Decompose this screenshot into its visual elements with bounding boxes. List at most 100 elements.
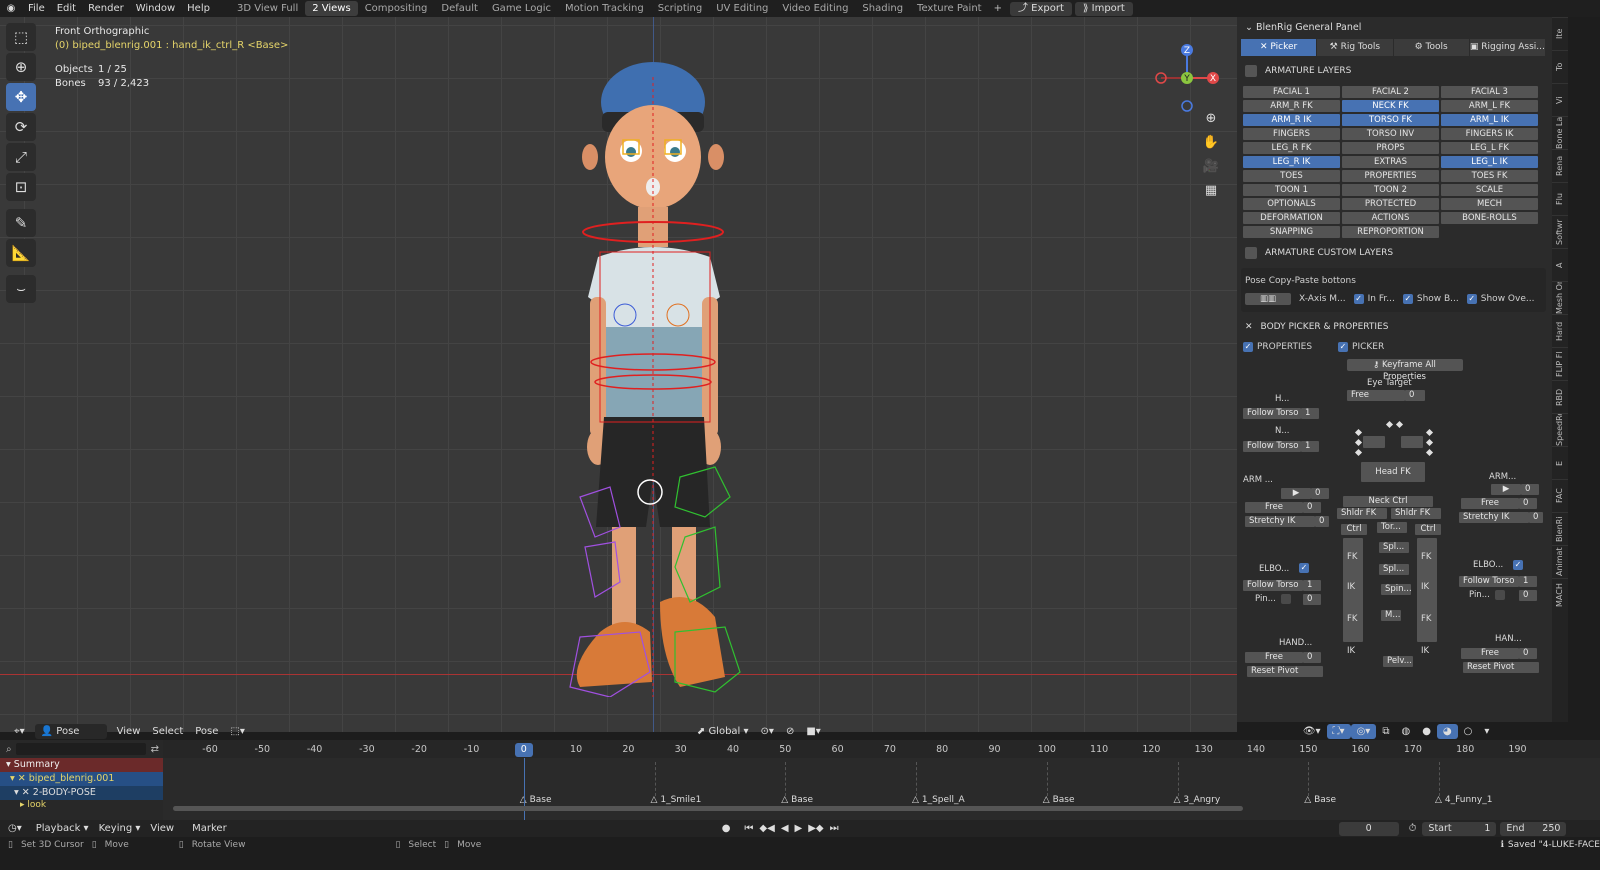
reset-pivot-l-button[interactable]: Reset Pivot — [1463, 662, 1539, 673]
elbow-l-follow-torso[interactable]: Follow Torso — [1459, 576, 1519, 587]
layer-toggle[interactable]: NECK FK — [1342, 100, 1439, 112]
scale-icon[interactable]: ⤢ — [6, 143, 36, 171]
sidebar-tab[interactable]: To — [1552, 50, 1568, 83]
elbow-r-follow-value[interactable]: 1 — [1303, 580, 1321, 591]
channel-look[interactable]: ▸ look — [0, 800, 163, 810]
3d-viewport[interactable]: ⬚ ⊕ ✥ ⟳ ⤢ ⊡ ✎ 📐 ⌣ Front Orthographic (0)… — [0, 17, 1237, 732]
sidebar-tab[interactable]: E — [1552, 446, 1568, 479]
sidebar-tab[interactable]: Bone La — [1552, 116, 1568, 149]
elbow-l-follow-value[interactable]: 1 — [1519, 576, 1537, 587]
keyframe-all-button[interactable]: ⚷ Keyframe All Properties — [1346, 359, 1463, 382]
sidebar-tab[interactable]: FAC — [1552, 479, 1568, 512]
search-input[interactable] — [15, 743, 146, 755]
menu-edit[interactable]: Edit — [51, 3, 82, 14]
face-bone[interactable] — [1425, 438, 1434, 447]
body-picker-header[interactable]: ✕ BODY PICKER & PROPERTIES — [1237, 316, 1552, 338]
layer-toggle[interactable]: MECH — [1441, 198, 1538, 210]
layer-toggle[interactable]: PROPS — [1342, 142, 1439, 154]
sidebar-tab[interactable]: SpeedRe — [1552, 413, 1568, 446]
relax-icon[interactable]: ⌣ — [6, 275, 36, 303]
layer-toggle[interactable]: SCALE — [1441, 184, 1538, 196]
swap-icon[interactable]: ⇄ — [151, 744, 159, 755]
arm-l-slider[interactable]: ▶ — [1491, 484, 1521, 495]
master-bone[interactable]: M... — [1381, 610, 1401, 621]
tab-rigging-assi[interactable]: ▣ Rigging Assi... — [1469, 39, 1545, 56]
timeline-marker[interactable]: △ 3_Angry — [1174, 795, 1221, 805]
playback-menu[interactable]: Playback ▾ — [36, 823, 89, 834]
workspace-tab[interactable]: Video Editing — [775, 1, 855, 16]
layer-toggle[interactable]: EXTRAS — [1342, 156, 1439, 168]
timeline-marker[interactable]: △ Base — [781, 795, 813, 805]
hand-r-free-value[interactable]: 0 — [1303, 652, 1321, 663]
gizmo-toggle-icon[interactable]: ⛶▾ — [1326, 723, 1351, 739]
layer-toggle[interactable]: ARM_L FK — [1441, 100, 1538, 112]
measure-icon[interactable]: 📐 — [6, 239, 36, 267]
arm-l-free[interactable]: Free — [1461, 498, 1519, 509]
head-fk-bone[interactable]: Head FK — [1361, 462, 1425, 482]
elbow-r-checkbox[interactable]: ✓ — [1299, 563, 1309, 573]
show-b-option[interactable]: ✓ Show B... — [1402, 294, 1459, 304]
export-button[interactable]: ⤴ Export — [1009, 1, 1072, 16]
sidebar-tab[interactable]: Rena — [1552, 149, 1568, 182]
xaxis-mirror-option[interactable]: X-Axis M... — [1299, 294, 1346, 304]
current-frame-indicator[interactable]: 0 — [514, 743, 533, 757]
layer-toggle[interactable]: LEG_R IK — [1243, 156, 1340, 168]
sidebar-tab[interactable]: FLIP Fl — [1552, 347, 1568, 380]
record-icon[interactable]: ● — [722, 823, 731, 834]
proportional-icon[interactable]: ■▾ — [800, 724, 826, 739]
workspace-tab-active[interactable]: 2 Views — [305, 1, 358, 16]
zoom-icon[interactable]: ⊕ — [1200, 107, 1222, 129]
workspace-tab[interactable]: Texture Paint — [910, 1, 989, 16]
camera-icon[interactable]: 🎥 — [1200, 155, 1222, 177]
layer-toggle[interactable]: SNAPPING — [1243, 226, 1340, 238]
arm-r-free[interactable]: Free — [1245, 502, 1303, 513]
show-ove-checkbox[interactable]: ✓ — [1466, 294, 1477, 304]
eye-target-free-field[interactable]: Free — [1347, 390, 1405, 401]
timeline-marker[interactable]: △ Base — [1043, 795, 1075, 805]
custom-layers-header[interactable]: ARMATURE CUSTOM LAYERS — [1237, 242, 1552, 264]
layer-toggle[interactable]: TORSO FK — [1342, 114, 1439, 126]
preview-range-icon[interactable]: ⏱ — [1409, 823, 1417, 834]
visibility-icon[interactable]: 👁▾ — [1297, 724, 1327, 739]
transform-orientation-dropdown[interactable]: ⬈ Global ▾ — [691, 724, 755, 739]
layer-toggle[interactable]: FACIAL 3 — [1441, 86, 1538, 98]
workspace-tab[interactable]: 3D View Full — [230, 1, 305, 16]
arm-l-value[interactable]: 0 — [1521, 484, 1539, 495]
layer-toggle[interactable]: TOES — [1243, 170, 1340, 182]
layer-toggle[interactable]: PROTECTED — [1342, 198, 1439, 210]
shading-options-icon[interactable]: ▾ — [1478, 724, 1495, 739]
timeline-editor[interactable]: ⌕ ⇄ ▾ Summary ▾ ✕ biped_blenrig.001 ▾ ✕ 2… — [0, 740, 1600, 820]
sidebar-tab[interactable]: Ite — [1552, 17, 1568, 50]
tab-tools[interactable]: ⚙ Tools — [1393, 39, 1469, 56]
pin-l-checkbox[interactable] — [1495, 590, 1505, 600]
sidebar-tab[interactable]: Animat — [1552, 545, 1568, 578]
blender-logo-icon[interactable]: ◉ — [0, 3, 22, 14]
pose-menu[interactable]: Pose — [189, 724, 224, 739]
sidebar-tab[interactable]: Mesh On — [1552, 281, 1568, 314]
pan-hand-icon[interactable]: ✋ — [1200, 131, 1222, 153]
hand-l-free[interactable]: Free — [1461, 648, 1519, 659]
layer-toggle[interactable]: LEG_L FK — [1441, 142, 1538, 154]
transform-icon[interactable]: ⊡ — [6, 173, 36, 201]
navigation-gizmo[interactable]: Z Y X — [1150, 42, 1225, 117]
properties-toggle[interactable]: ✓ PROPERTIES — [1243, 342, 1312, 352]
import-button[interactable]: ⟫ Import — [1074, 1, 1133, 16]
ctrl-l-bone[interactable]: Ctrl — [1415, 524, 1441, 535]
layer-toggle[interactable]: FACIAL 2 — [1342, 86, 1439, 98]
head-follow-value[interactable]: 1 — [1301, 408, 1319, 419]
neck-follow-torso[interactable]: Follow Torso — [1243, 441, 1301, 452]
mode-dropdown[interactable]: 👤 Pose Mode ▾ — [34, 723, 107, 752]
play-icon[interactable]: ▶ — [795, 823, 803, 834]
timeline-editor-icon[interactable]: ◷▾ — [8, 823, 22, 834]
layer-toggle[interactable]: DEFORMATION — [1243, 212, 1340, 224]
pin-l-value[interactable]: 0 — [1519, 590, 1537, 601]
show-b-checkbox[interactable]: ✓ — [1402, 294, 1413, 304]
solid-shading-icon[interactable]: ● — [1416, 724, 1437, 739]
face-bone[interactable] — [1425, 428, 1434, 437]
menu-window[interactable]: Window — [130, 3, 181, 14]
spine-bone-3[interactable]: Spin... — [1381, 584, 1412, 595]
prev-key-icon[interactable]: ◆◀ — [759, 823, 774, 834]
view-menu-timeline[interactable]: View — [150, 823, 174, 834]
material-shading-icon[interactable]: ◕ — [1436, 723, 1458, 739]
layer-toggle[interactable]: ARM_R IK — [1243, 114, 1340, 126]
